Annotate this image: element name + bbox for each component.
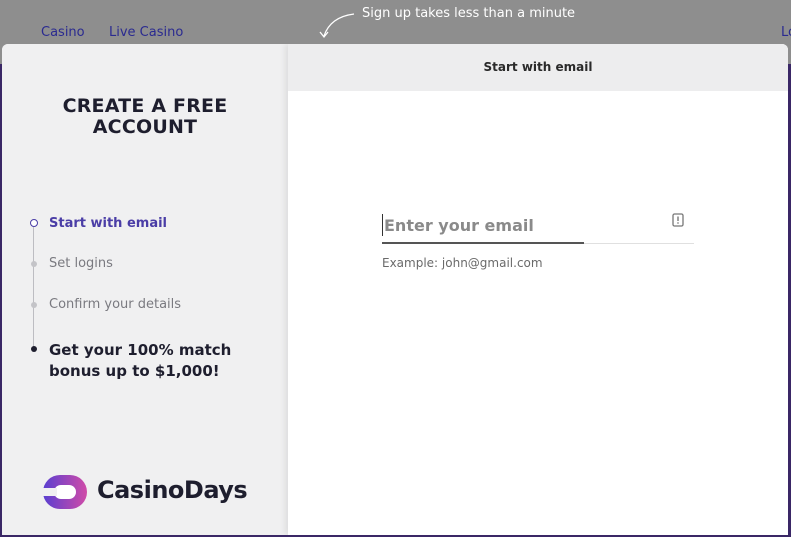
casino-days-logo-icon [43, 475, 87, 509]
email-field-wrapper [382, 208, 694, 244]
title-line-2: ACCOUNT [92, 116, 198, 138]
logo-text: CasinoDays [97, 476, 248, 504]
email-form-panel: Start with email Example: john@gmail.com [288, 44, 788, 535]
signup-steps-panel: CREATE A FREE ACCOUNT Start with email S… [2, 44, 288, 535]
curved-arrow-icon [319, 13, 355, 39]
step-label: Start with email [49, 216, 168, 231]
step-label: Confirm your details [49, 297, 182, 312]
casino-days-logo: CasinoDays [42, 472, 262, 512]
bonus-label: Get your 100% match bonus up to $1,000! [49, 341, 232, 380]
nav-login-link[interactable]: Lo [781, 25, 791, 40]
email-underline [584, 243, 694, 244]
site-nav: Casino Live Casino Lo [0, 24, 791, 44]
signup-modal: CREATE A FREE ACCOUNT Start with email S… [2, 44, 788, 535]
email-underline-active [382, 242, 584, 244]
title-line-1: CREATE A FREE [62, 95, 228, 117]
text-caret [382, 214, 383, 236]
signup-hint: Sign up takes less than a minute [362, 6, 576, 21]
page-title: CREATE A FREE ACCOUNT [2, 96, 288, 138]
email-example-hint: Example: john@gmail.com [382, 256, 543, 270]
nav-live-casino-link[interactable]: Live Casino [109, 25, 183, 40]
step-active-dot [30, 219, 38, 227]
nav-casino-link[interactable]: Casino [41, 25, 85, 40]
form-header: Start with email [288, 44, 788, 91]
steps-connector-line [33, 227, 34, 347]
email-input[interactable] [382, 208, 672, 242]
step-dot [31, 261, 37, 267]
step-final-dot [31, 346, 37, 352]
info-icon [672, 213, 684, 227]
step-label: Set logins [49, 256, 113, 271]
step-dot [31, 302, 37, 308]
